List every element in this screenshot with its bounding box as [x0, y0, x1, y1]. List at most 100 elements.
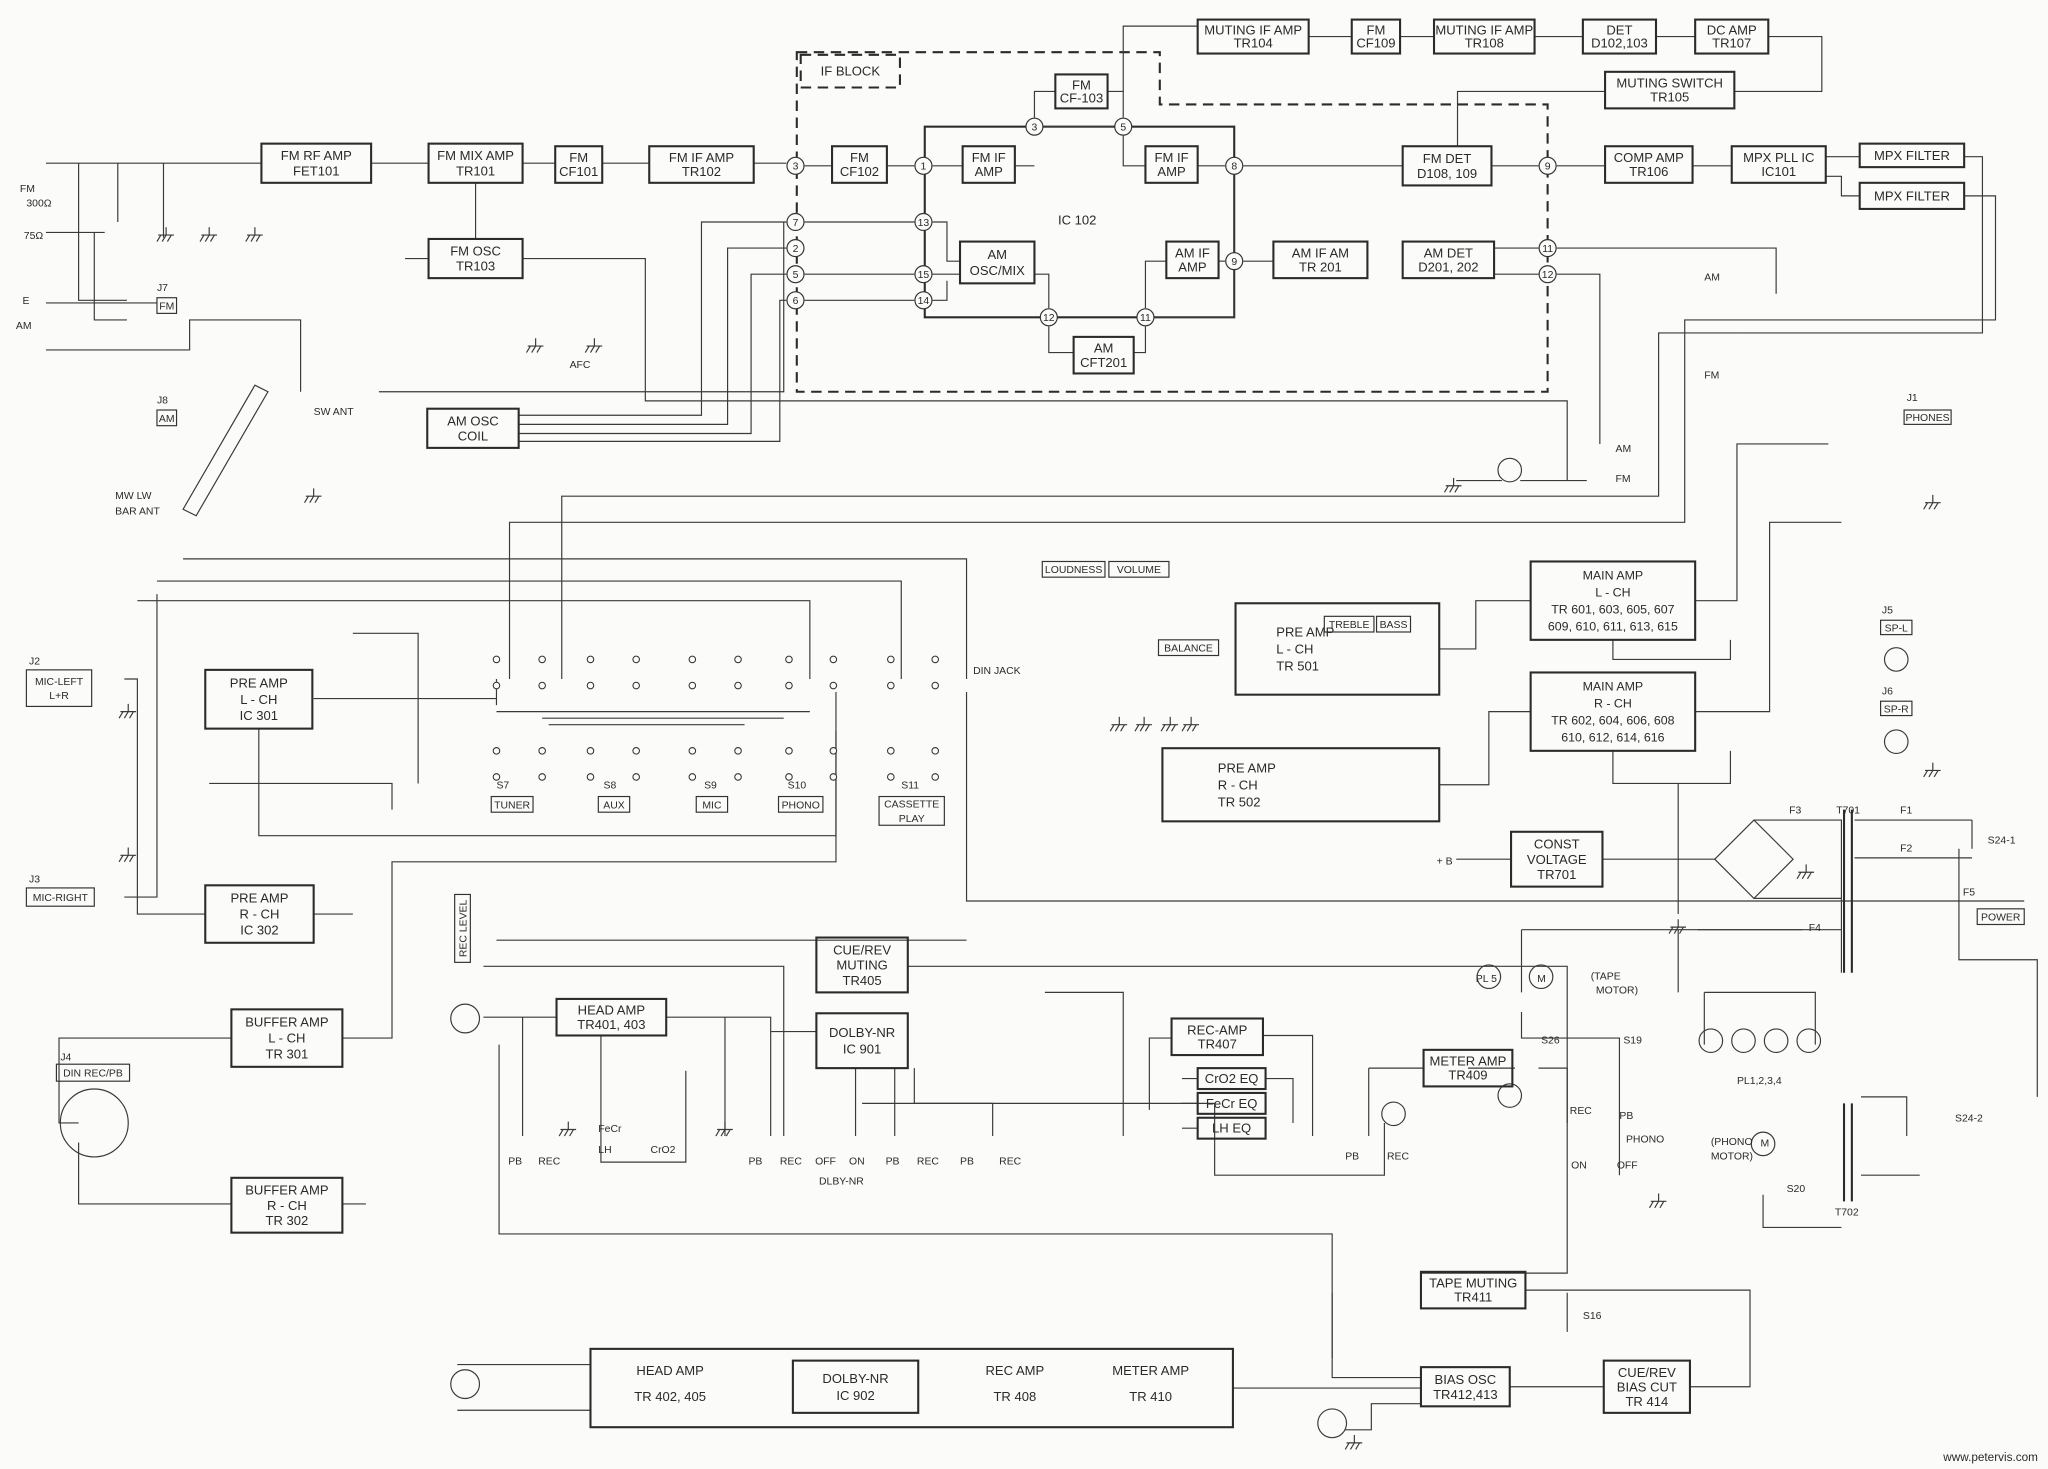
label-text: MIC	[702, 800, 722, 811]
block-label: D102,103	[1591, 36, 1648, 51]
switch-contact	[492, 747, 501, 755]
block-label: PRE AMP	[1218, 760, 1276, 775]
phono-motor-1-label: (PHONO	[1711, 1137, 1753, 1148]
switch-contact	[586, 773, 595, 781]
label-text: AUX	[603, 800, 624, 811]
block-label: FM IF AMP	[669, 150, 735, 165]
pin-p14: 14	[914, 291, 933, 310]
on-sw-label: ON	[1571, 1161, 1587, 1172]
block-label: 610, 612, 614, 616	[1561, 731, 1664, 745]
switch-contact	[734, 655, 742, 664]
block-label: MPX FILTER	[1874, 148, 1950, 163]
lh-label: LH	[598, 1145, 611, 1156]
block-label: TR104	[1234, 36, 1273, 51]
switch-contact	[785, 681, 793, 690]
block-label: PRE AMP	[230, 675, 288, 690]
f4-label: F4	[1809, 923, 1821, 934]
j5-spl-label-box: SP-L	[1880, 619, 1913, 636]
block-label: COIL	[458, 428, 488, 443]
pin-number: 11	[1542, 244, 1553, 255]
s20-label: S20	[1787, 1184, 1806, 1195]
deck-r-meter-amp-label: TR 410	[1129, 1389, 1172, 1404]
off-d-label: OFF	[815, 1157, 836, 1168]
s8-label: S8	[604, 781, 617, 792]
label-text: SP-R	[1884, 704, 1909, 715]
t702-label: T702	[1835, 1208, 1859, 1219]
switch-contact	[688, 747, 697, 755]
j6-spr-label-box: SP-R	[1880, 700, 1913, 717]
switch-contact	[632, 655, 640, 664]
deck-r-head-amp-label: HEAD AMP	[636, 1363, 704, 1378]
block-label: FM RF AMP	[281, 148, 352, 163]
block-label: HEAD AMP	[578, 1003, 646, 1018]
switch-contact	[734, 681, 742, 690]
pin-number: 3	[793, 162, 799, 173]
block-label: VOLTAGE	[1527, 852, 1587, 867]
block-label: FM	[569, 150, 588, 165]
label-text: BALANCE	[1164, 644, 1213, 655]
block-label: CFT201	[1080, 355, 1127, 370]
s19-label: S19	[1623, 1035, 1642, 1046]
pin-number: 7	[793, 218, 799, 229]
tape-motor-1-label: (TAPE	[1591, 971, 1621, 982]
mw-lw-label: MW LW	[115, 491, 151, 502]
block-label: AMP	[1178, 259, 1207, 274]
s10-label: S10	[788, 781, 807, 792]
phono-motor-2-label: MOTOR)	[1711, 1152, 1753, 1163]
sw-fm2-label: FM	[1616, 474, 1631, 485]
j1-label: J1	[1907, 393, 1918, 404]
block-label: DOLBY-NR	[822, 1371, 888, 1386]
s7-label: S7	[496, 781, 509, 792]
block-label: FM IF	[972, 150, 1006, 165]
label-text: REC LEVEL	[458, 899, 469, 957]
pin-p13: 13	[914, 212, 933, 232]
pin-number: 8	[1231, 162, 1237, 173]
block-label: OSC/MIX	[970, 263, 1025, 278]
switch-contact	[785, 655, 793, 664]
label-text: VOLUME	[1117, 565, 1161, 576]
afc-label: AFC	[570, 360, 591, 371]
pin-p7: 7	[786, 212, 805, 232]
pb4-label: PB	[960, 1157, 974, 1168]
block-label: LH EQ	[1212, 1121, 1251, 1136]
block-label: METER AMP	[1430, 1054, 1507, 1069]
block-label: TR405	[842, 973, 881, 988]
block-label: L - CH	[1276, 642, 1313, 657]
pin-number: 5	[1120, 123, 1126, 134]
block-label: MPX FILTER	[1874, 188, 1950, 203]
switch-contact	[538, 773, 546, 781]
block-label: TR411	[1454, 1290, 1492, 1305]
switch-contact	[492, 681, 501, 690]
block-label: AM OSC	[447, 413, 498, 428]
deck-r-rec-amp-label: TR 408	[993, 1389, 1036, 1404]
pin-p11a: 11	[1136, 308, 1155, 327]
f2-label: F2	[1900, 843, 1912, 854]
pin-number: 14	[918, 296, 930, 307]
on-d-label: ON	[849, 1157, 865, 1168]
label-text: L+R	[49, 691, 69, 702]
block-label: D201, 202	[1418, 259, 1478, 274]
switch-contact	[538, 681, 546, 690]
label-text: PHONO	[782, 800, 820, 811]
block-label: TR409	[1448, 1068, 1487, 1083]
block-label: TR412,413	[1433, 1387, 1498, 1402]
block-label: FM OSC	[450, 244, 501, 259]
label-text: MIC-RIGHT	[33, 893, 89, 904]
pin-number: 12	[1542, 270, 1554, 281]
block-label: CF101	[559, 164, 598, 179]
t701-label: T701	[1836, 805, 1860, 816]
switch-contact	[785, 747, 793, 755]
dlby-nr-label: DLBY-NR	[819, 1176, 864, 1187]
block-label: AMP	[1157, 164, 1186, 179]
block-label: TR 601, 603, 605, 607	[1551, 603, 1674, 617]
label-text: PLAY	[899, 814, 925, 825]
pin-number: 6	[793, 296, 799, 307]
block-label: MAIN AMP	[1583, 680, 1644, 694]
deck-r-head-amp-label: TR 402, 405	[634, 1389, 706, 1404]
cro2-eq-block: CrO2 EQ	[1196, 1067, 1267, 1091]
block-label: IF BLOCK	[821, 64, 881, 79]
switch-contact	[785, 773, 793, 781]
schematic-block-diagram: FM RF AMPFET101FM MIX AMPTR101FMCF101FM …	[0, 0, 2048, 1469]
switch-contact	[632, 747, 640, 755]
block-label: L - CH	[1595, 586, 1630, 600]
